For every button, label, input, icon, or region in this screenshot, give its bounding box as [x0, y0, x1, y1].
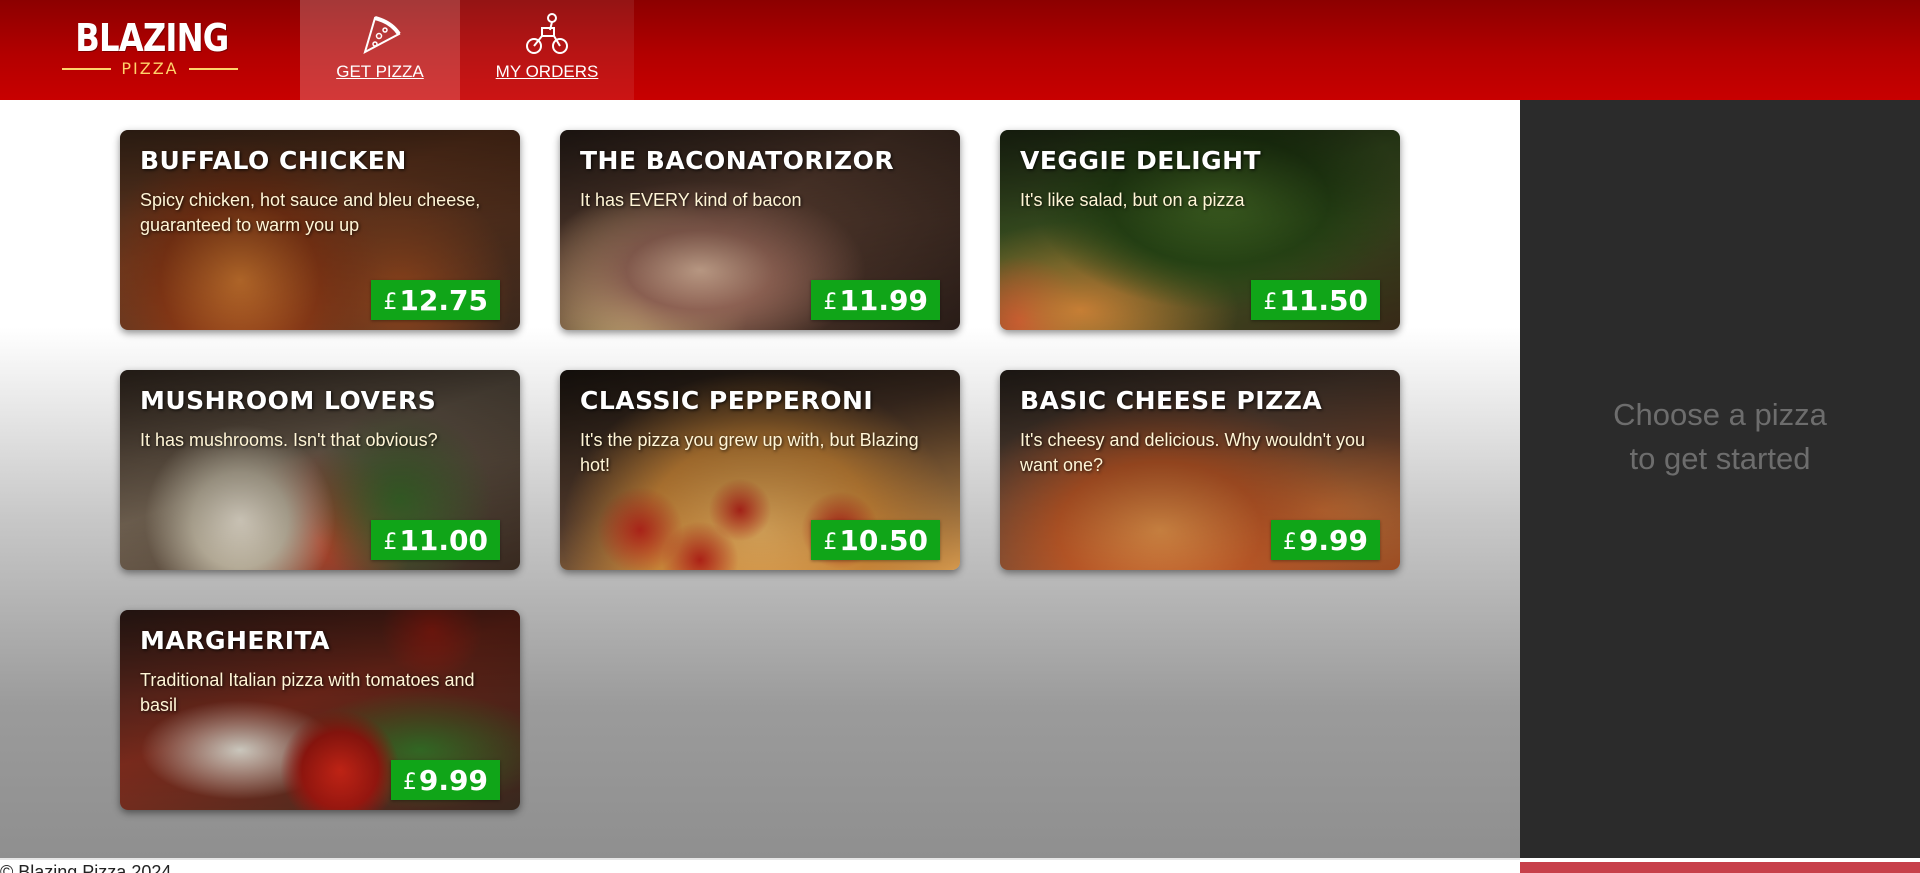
price-amount: 11.50: [1279, 283, 1368, 317]
currency-symbol: £: [402, 769, 417, 795]
price-amount: 11.00: [399, 523, 488, 557]
price-amount: 12.75: [399, 283, 488, 317]
currency-symbol: £: [383, 289, 398, 315]
blazing-pizza-logo[interactable]: BLAZING PIZZA: [62, 14, 238, 84]
pizza-description: It's cheesy and delicious. Why wouldn't …: [1020, 430, 1366, 475]
logo-subtitle: PIZZA: [121, 59, 179, 78]
currency-symbol: £: [1263, 289, 1278, 315]
pizza-description: It's the pizza you grew up with, but Bla…: [580, 430, 919, 475]
nav-tab-get-pizza[interactable]: GET PIZZA: [300, 0, 460, 100]
pizza-description: It's like salad, but on a pizza: [1020, 190, 1245, 210]
top-bar: BLAZING PIZZA GET PIZZA MY ORDERS: [0, 0, 1920, 100]
pizza-name: VEGGIE DELIGHT: [1020, 146, 1262, 175]
currency-symbol: £: [823, 529, 838, 555]
pizza-card-margherita[interactable]: MARGHERITA Traditional Italian pizza wit…: [120, 610, 520, 810]
logo-divider-left: [62, 67, 112, 70]
logo-divider-right: [188, 67, 238, 70]
pizza-name: BASIC CHEESE PIZZA: [1020, 386, 1323, 415]
copyright-text: © Blazing Pizza 2024: [0, 862, 172, 873]
currency-symbol: £: [1282, 529, 1297, 555]
order-sidebar: Choose a pizza to get started: [1520, 100, 1920, 858]
price-amount: 9.99: [1298, 523, 1368, 557]
logo-subtitle-row: PIZZA: [62, 59, 238, 78]
empty-order-line-1: Choose a pizza: [1613, 397, 1827, 432]
price-amount: 11.99: [839, 283, 928, 317]
pizza-description: Spicy chicken, hot sauce and bleu cheese…: [140, 190, 481, 235]
pizza-name: BUFFALO CHICKEN: [140, 146, 407, 175]
pizza-slice-icon: [363, 16, 401, 54]
pizza-description: It has EVERY kind of bacon: [580, 190, 802, 210]
pizza-card-buffalo-chicken[interactable]: BUFFALO CHICKEN Spicy chicken, hot sauce…: [120, 130, 520, 330]
price-badge: £ 9.99: [390, 760, 500, 800]
pizza-name: MUSHROOM LOVERS: [140, 386, 437, 415]
currency-symbol: £: [823, 289, 838, 315]
empty-order-line-2: to get started: [1629, 441, 1811, 476]
pizza-card-the-baconatorizor[interactable]: THE BACONATORIZOR It has EVERY kind of b…: [560, 130, 960, 330]
footer: © Blazing Pizza 2024: [0, 860, 1520, 873]
price-badge: £ 11.99: [811, 280, 940, 320]
pizza-card-veggie-delight[interactable]: VEGGIE DELIGHT It's like salad, but on a…: [1000, 130, 1400, 330]
pizza-menu: BUFFALO CHICKEN Spicy chicken, hot sauce…: [0, 100, 1520, 858]
price-amount: 9.99: [418, 763, 488, 797]
pizza-name: CLASSIC PEPPERONI: [580, 386, 874, 415]
price-amount: 10.50: [839, 523, 928, 557]
pizza-name: MARGHERITA: [140, 626, 331, 655]
price-badge: £ 9.99: [1270, 520, 1380, 560]
empty-order-message: Choose a pizza to get started: [1520, 393, 1920, 481]
nav-label-get-pizza: GET PIZZA: [336, 62, 424, 81]
price-badge: £ 11.00: [371, 520, 500, 560]
pizza-card-basic-cheese-pizza[interactable]: BASIC CHEESE PIZZA It's cheesy and delic…: [1000, 370, 1400, 570]
currency-symbol: £: [383, 529, 398, 555]
pizza-name: THE BACONATORIZOR: [580, 146, 895, 175]
nav-label-my-orders: MY ORDERS: [495, 62, 599, 81]
price-badge: £ 11.50: [1251, 280, 1380, 320]
price-badge: £ 10.50: [811, 520, 940, 560]
pizza-card-classic-pepperoni[interactable]: CLASSIC PEPPERONI It's the pizza you gre…: [560, 370, 960, 570]
delivery-bike-icon: [526, 13, 568, 54]
nav-tab-my-orders[interactable]: MY ORDERS: [460, 0, 634, 100]
pizza-card-mushroom-lovers[interactable]: MUSHROOM LOVERS It has mushrooms. Isn't …: [120, 370, 520, 570]
pizza-description: Traditional Italian pizza with tomatoes …: [140, 670, 475, 715]
price-badge: £ 12.75: [371, 280, 500, 320]
sidebar-bottom-bar: [1520, 862, 1920, 873]
pizza-description: It has mushrooms. Isn't that obvious?: [140, 430, 438, 450]
logo-title: BLAZING: [75, 16, 229, 60]
